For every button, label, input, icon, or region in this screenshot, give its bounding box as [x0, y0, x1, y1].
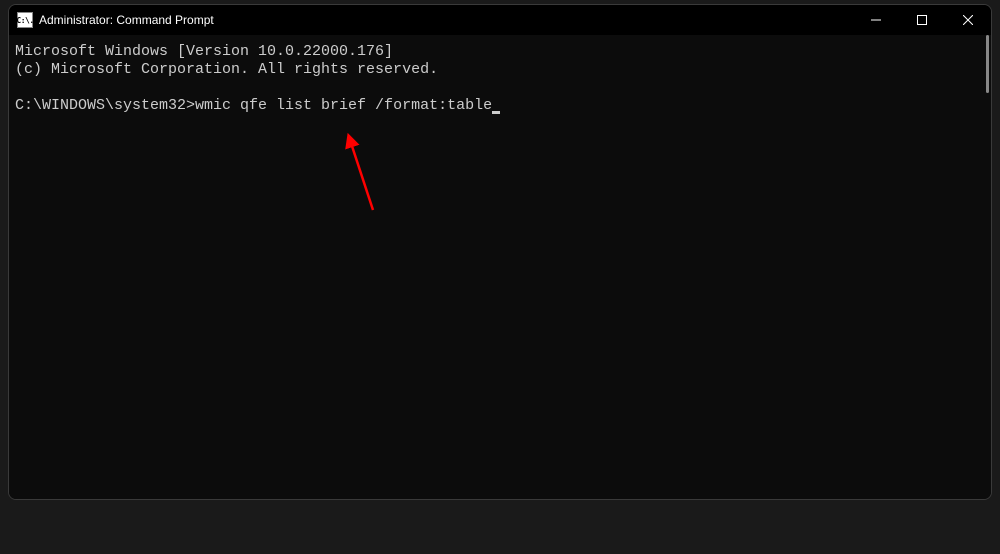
terminal-output-area[interactable]: Microsoft Windows [Version 10.0.22000.17…	[9, 35, 991, 499]
window-title: Administrator: Command Prompt	[39, 13, 853, 27]
minimize-button[interactable]	[853, 5, 899, 35]
close-icon	[963, 15, 973, 25]
version-line: Microsoft Windows [Version 10.0.22000.17…	[15, 43, 985, 61]
close-button[interactable]	[945, 5, 991, 35]
copyright-line: (c) Microsoft Corporation. All rights re…	[15, 61, 985, 79]
prompt-path: C:\WINDOWS\system32>	[15, 97, 195, 114]
minimize-icon	[871, 15, 881, 25]
command-input[interactable]: wmic qfe list brief /format:table	[195, 97, 492, 114]
cmd-icon: C:\.	[17, 12, 33, 28]
blank-line	[15, 79, 985, 97]
maximize-button[interactable]	[899, 5, 945, 35]
text-cursor	[492, 111, 500, 114]
window-controls	[853, 5, 991, 35]
titlebar[interactable]: C:\. Administrator: Command Prompt	[9, 5, 991, 35]
command-prompt-window: C:\. Administrator: Command Prompt M	[8, 4, 992, 500]
vertical-scrollbar[interactable]	[986, 35, 989, 93]
prompt-line: C:\WINDOWS\system32>wmic qfe list brief …	[15, 97, 985, 115]
maximize-icon	[917, 15, 927, 25]
